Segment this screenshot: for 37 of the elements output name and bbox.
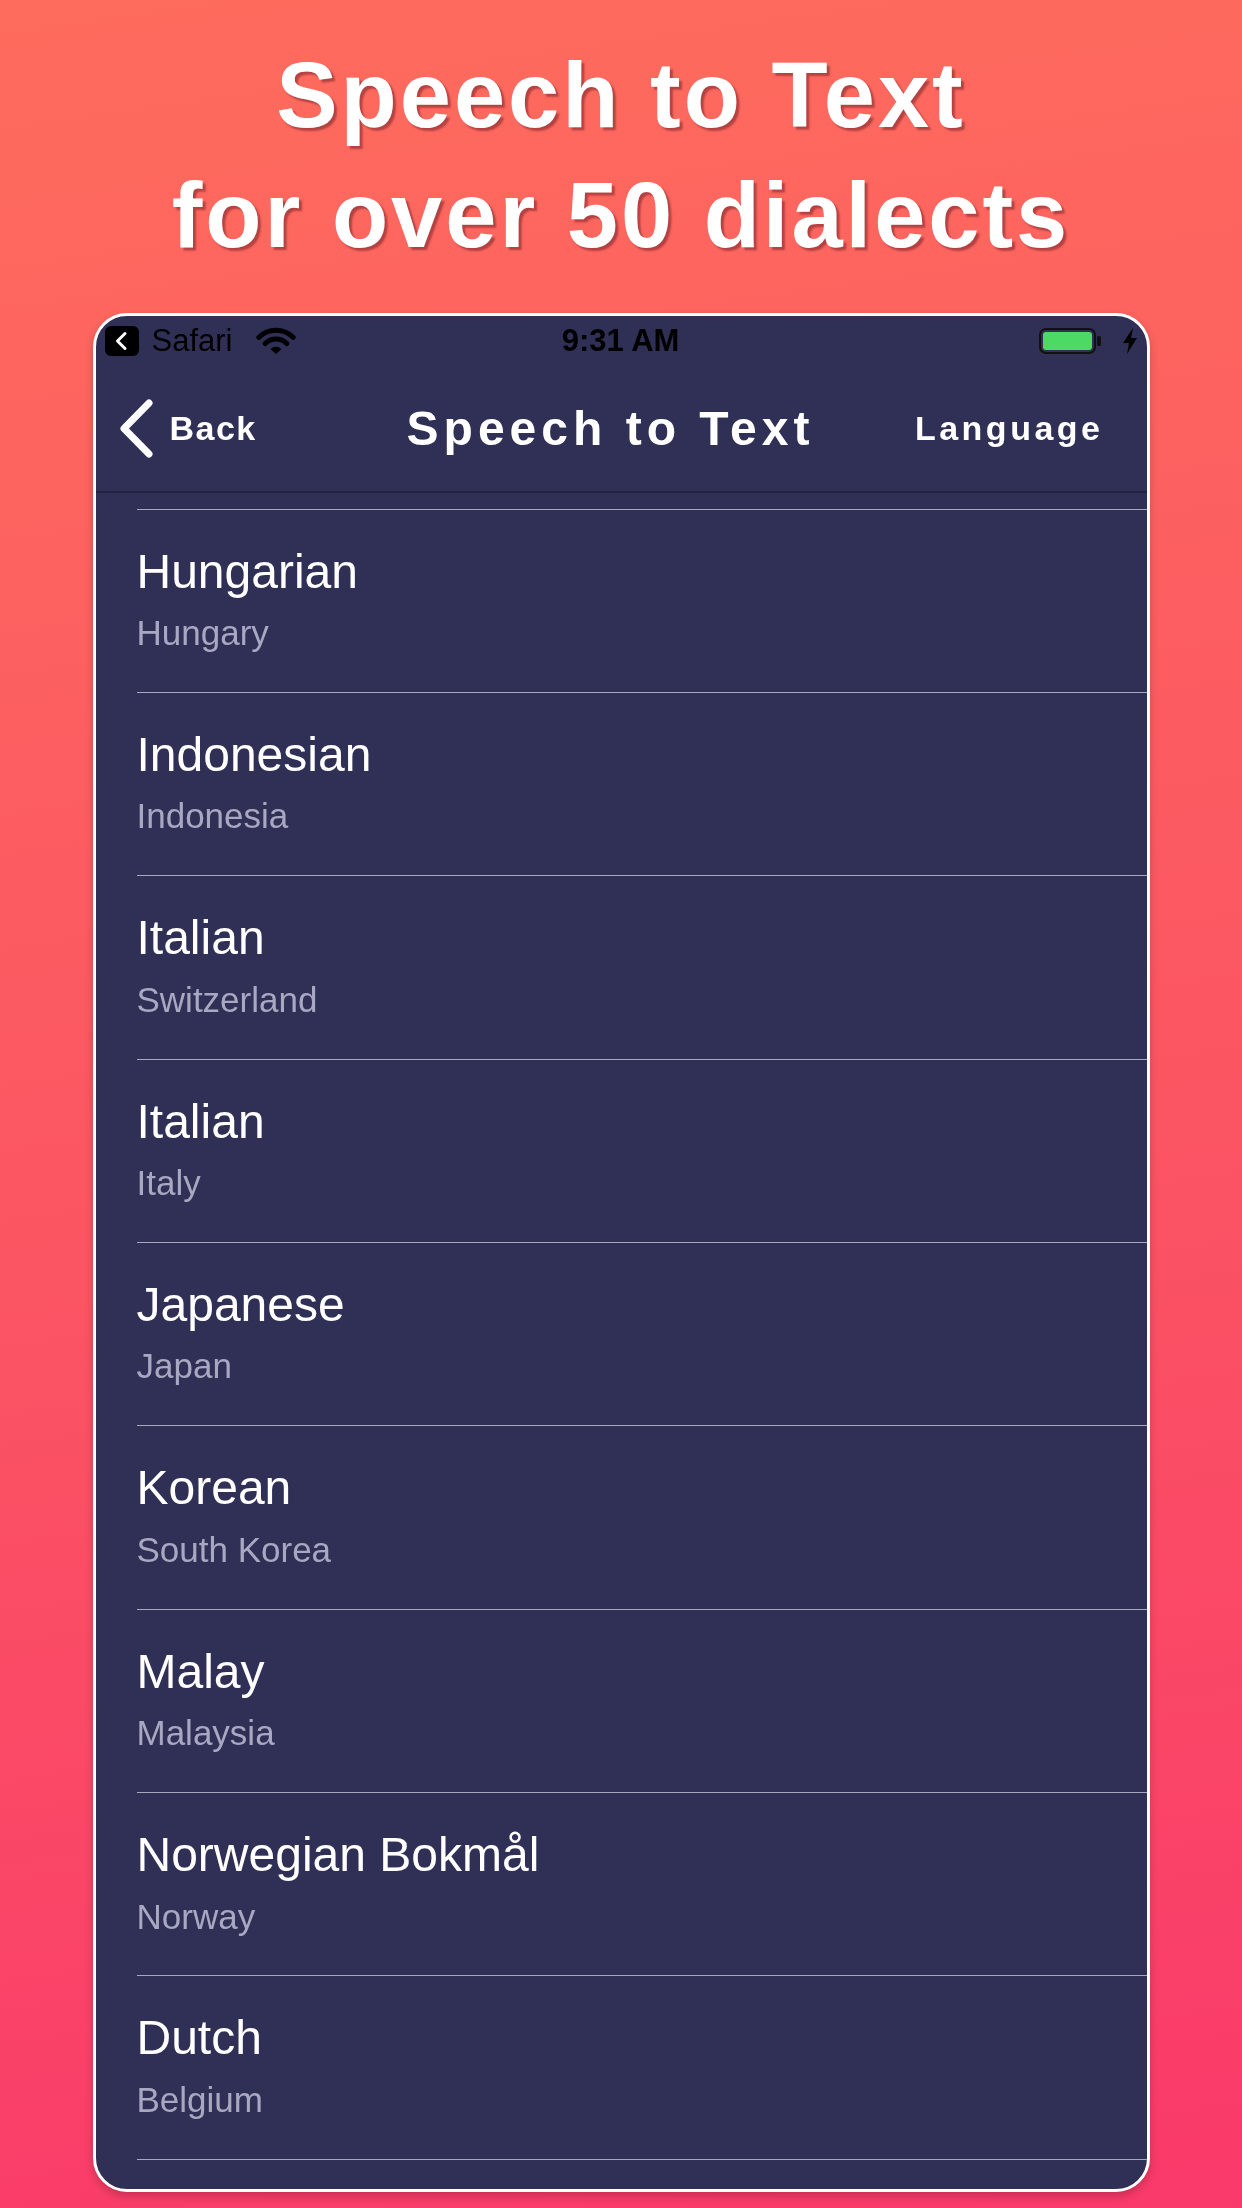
language-row[interactable]: Italian Switzerland bbox=[136, 875, 1147, 1059]
region-name: Malaysia bbox=[136, 1712, 275, 1755]
language-row[interactable]: Dutch Belgium bbox=[136, 1975, 1147, 2159]
language-row[interactable]: Hungarian Hungary bbox=[136, 508, 1147, 692]
chevron-left-icon bbox=[117, 399, 154, 458]
region-name: Italy bbox=[136, 1162, 201, 1205]
language-name: Malay bbox=[136, 1643, 265, 1700]
nav-title: Speech to Text bbox=[406, 401, 815, 456]
region-name: Hungary bbox=[136, 612, 269, 655]
region-name: Indonesia bbox=[136, 795, 289, 838]
language-row[interactable]: Japanese Japan bbox=[136, 1241, 1147, 1426]
language-name: Indonesian bbox=[136, 726, 372, 783]
back-app-icon bbox=[104, 326, 139, 356]
language-name: Dutch bbox=[136, 2010, 262, 2067]
language-name: Italian bbox=[136, 910, 265, 967]
region-name: Japan bbox=[136, 1345, 232, 1388]
language-name: Korean bbox=[136, 1460, 292, 1517]
language-row[interactable]: Indonesian Indonesia bbox=[136, 691, 1147, 876]
battery-icon bbox=[1038, 328, 1101, 354]
language-row[interactable]: Norwegian Bokmål Norway bbox=[136, 1791, 1147, 1976]
language-name: Italian bbox=[136, 1093, 265, 1150]
language-name: Hungarian bbox=[136, 543, 358, 600]
region-name: Norway bbox=[136, 1895, 256, 1938]
region-name: Belgium bbox=[136, 2078, 263, 2121]
status-time: 9:31 AM bbox=[561, 323, 680, 359]
wifi-icon bbox=[256, 327, 297, 355]
language-name: Japanese bbox=[136, 1276, 345, 1333]
language-name: Norwegian Bokmål bbox=[136, 1826, 540, 1883]
language-button[interactable]: Language bbox=[914, 409, 1104, 448]
region-name: South Korea bbox=[136, 1528, 332, 1571]
back-button[interactable]: Back bbox=[117, 399, 257, 458]
headline: Speech to Text for over 50 dialects bbox=[171, 43, 1071, 268]
charging-bolt-icon bbox=[1122, 328, 1137, 354]
language-row[interactable]: Malay Malaysia bbox=[136, 1608, 1147, 1792]
language-row[interactable]: Korean South Korea bbox=[136, 1425, 1147, 1609]
region-name: Switzerland bbox=[136, 978, 318, 1021]
language-row[interactable]: Italian Italy bbox=[136, 1058, 1147, 1242]
